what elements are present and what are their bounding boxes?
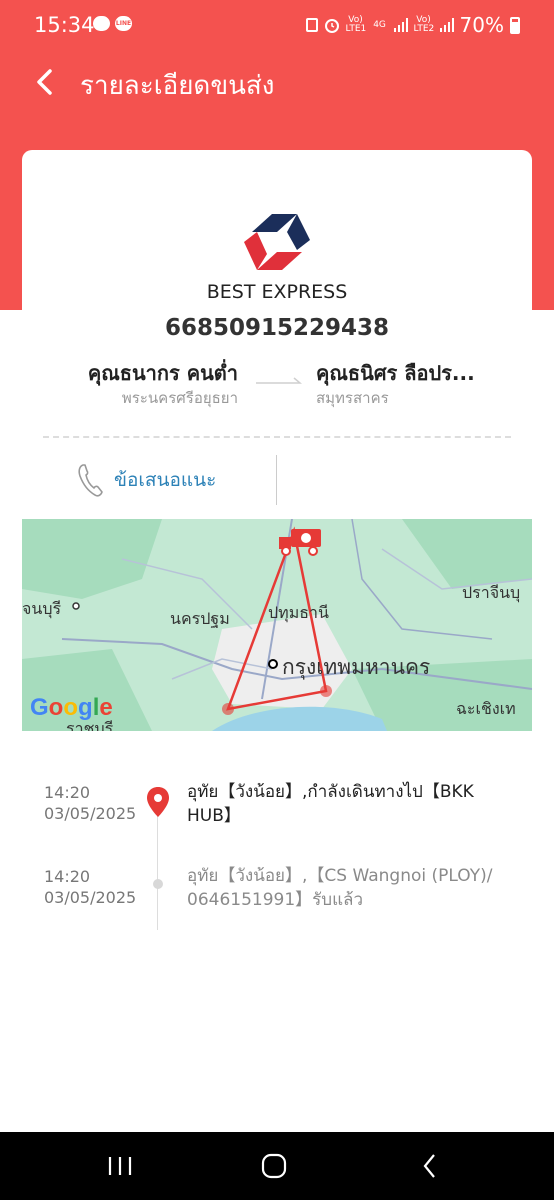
- nfc-icon: [305, 18, 318, 32]
- map-label: นครปฐม: [170, 609, 230, 628]
- app-header: รายละเอียดขนส่ง: [0, 52, 554, 112]
- home-icon: [261, 1153, 287, 1179]
- advice-button[interactable]: ข้อเสนอแนะ: [76, 460, 216, 500]
- status-time: 15:34: [34, 13, 95, 37]
- best-express-logo: [244, 214, 310, 270]
- map-label: จนบุรี: [22, 599, 62, 618]
- system-back-button[interactable]: [400, 1146, 460, 1186]
- network-label: 4G: [373, 19, 386, 30]
- phone-icon: [78, 464, 103, 497]
- timeline-time: 14:20 03/05/2025: [44, 782, 136, 824]
- google-logo: Google: [30, 694, 113, 721]
- timeline-description: อุทัย【วังน้อย】,【CS Wangnoi (PLOY)/ 06461…: [187, 866, 493, 910]
- timeline-date: 03/05/2025: [44, 888, 137, 907]
- line-app-icon: LINE: [115, 16, 132, 31]
- shipment-card: BEST EXPRESS 66850915229438 คุณธนากร คนต…: [22, 150, 532, 1108]
- navigation-bar: [0, 1132, 554, 1200]
- signal-icon-2: [439, 18, 454, 32]
- sim1-label: Vo) LTE1: [345, 15, 367, 34]
- sim2-label: Vo) LTE2: [413, 15, 435, 34]
- status-bar: 15:34 LINE Vo) LTE1 4G Vo) LTE2 70%: [0, 0, 554, 52]
- delivery-truck-icon: [279, 529, 321, 556]
- timeline-description: อุทัย【วังน้อย】,กำลังเดินทางไป【BKK HUB】: [187, 782, 474, 826]
- route-map[interactable]: จนบุรี ปราจีนบุ นครปฐม ปทุมธานี กรุงเทพม…: [22, 519, 532, 731]
- sender-location: พระนครศรีอยุธยา: [121, 389, 238, 407]
- company-name: BEST EXPRESS: [206, 281, 348, 303]
- vertical-divider: [276, 455, 277, 505]
- map-label: ปทุมธานี: [268, 603, 329, 622]
- tracking-number[interactable]: 66850915229438: [22, 315, 532, 341]
- dashed-divider: [43, 436, 511, 438]
- timeline-hour: 14:20: [44, 783, 91, 802]
- recent-apps-icon: [108, 1157, 132, 1175]
- timeline-date: 03/05/2025: [44, 804, 137, 823]
- home-button[interactable]: [244, 1146, 304, 1186]
- notification-icons: LINE: [93, 16, 132, 31]
- sender-name: คุณธนากร คนต่ำ: [87, 361, 238, 385]
- arrow-right-icon: [256, 377, 302, 384]
- timeline-line: [157, 810, 158, 930]
- chevron-left-icon: [37, 69, 52, 95]
- timeline-dot: [153, 879, 163, 889]
- map-label: กรุงเทพมหานคร: [282, 655, 431, 679]
- battery-percent: 70%: [459, 13, 504, 37]
- recent-apps-button[interactable]: [90, 1146, 150, 1186]
- map-label: ปราจีนบุ: [462, 583, 521, 602]
- receiver-location: สมุทรสาคร: [316, 389, 389, 407]
- page-title: รายละเอียดขนส่ง: [80, 71, 275, 101]
- timeline-hour: 14:20: [44, 867, 91, 886]
- alarm-icon: [324, 19, 339, 33]
- back-icon: [423, 1154, 435, 1178]
- map-label: ฉะเชิงเท: [456, 699, 516, 718]
- receiver-name: คุณธนิศร ลือปร...: [316, 361, 475, 385]
- advice-label: ข้อเสนอแนะ: [114, 469, 217, 491]
- chat-bubble-icon: [93, 16, 110, 31]
- system-icons: Vo) LTE1 4G Vo) LTE2 70%: [305, 13, 520, 37]
- signal-icon: [393, 18, 408, 32]
- location-pin-icon: [147, 787, 169, 817]
- battery-icon: [510, 16, 520, 34]
- timeline-time: 14:20 03/05/2025: [44, 866, 136, 908]
- back-button[interactable]: [26, 62, 62, 102]
